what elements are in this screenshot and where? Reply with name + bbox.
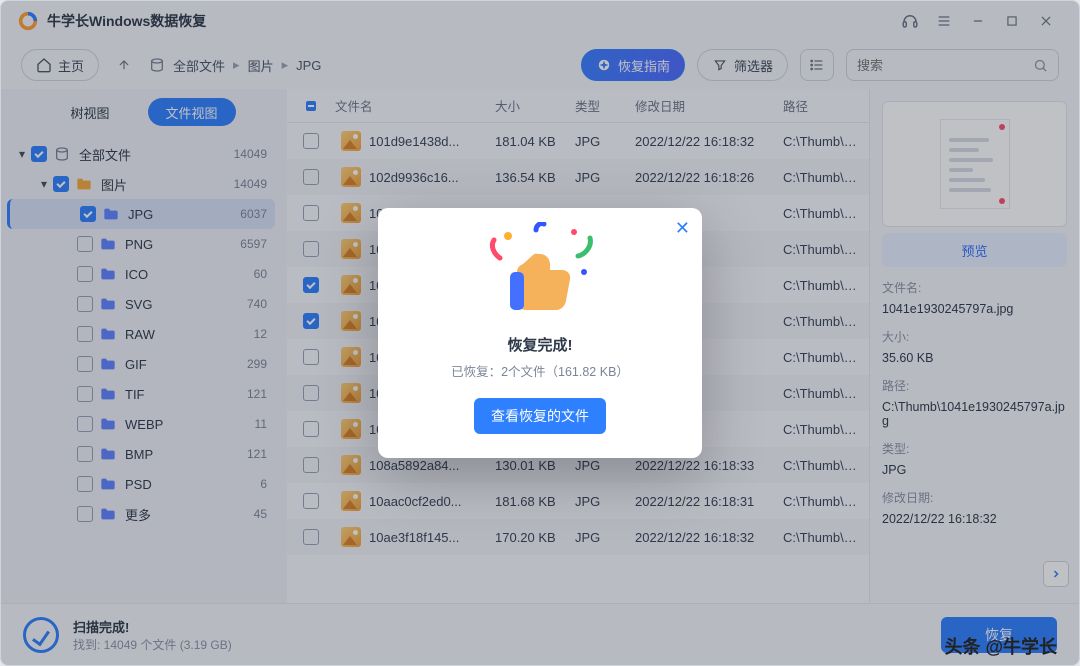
app-window: 牛学长Windows数据恢复 主页 全部文件 ▸ 图片 ▸ JPG 恢复指南 bbox=[0, 0, 1080, 666]
success-dialog: ✕ 恢复完成! 已恢复：2个文件（161.82 KB） 查看恢复的文件 bbox=[378, 208, 702, 458]
modal-title: 恢复完成! bbox=[398, 334, 682, 355]
close-icon[interactable]: ✕ bbox=[675, 218, 690, 239]
modal-overlay[interactable]: ✕ 恢复完成! 已恢复：2个文件（161.82 KB） 查看恢复的文件 bbox=[1, 1, 1079, 665]
watermark: 头条 @牛学长 bbox=[944, 633, 1057, 659]
view-recovered-button[interactable]: 查看恢复的文件 bbox=[474, 398, 606, 434]
thumbs-up-icon bbox=[480, 222, 600, 318]
modal-subtitle: 已恢复：2个文件（161.82 KB） bbox=[398, 361, 682, 380]
